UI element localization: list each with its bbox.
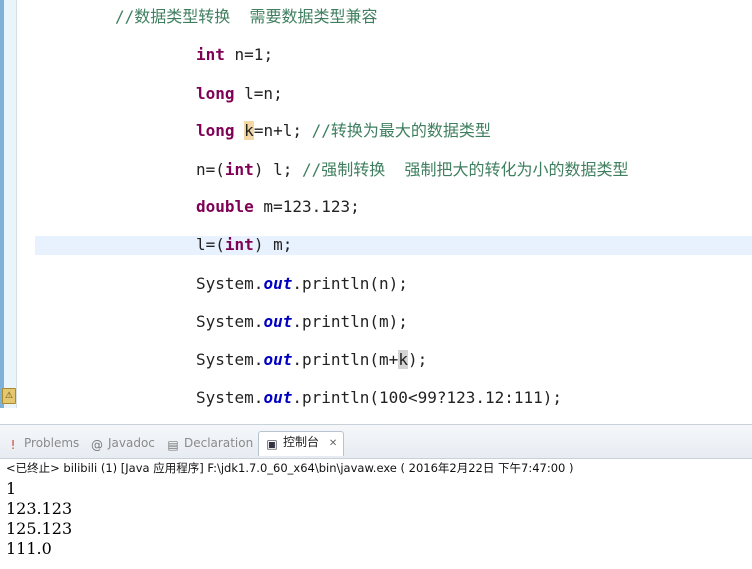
code-line[interactable]: n=(int) l; //强制转换 强制把大的转化为小的数据类型	[196, 160, 629, 180]
code-token: System.	[196, 312, 264, 331]
code-token: System.	[196, 388, 264, 407]
code-token: l=(	[196, 235, 225, 254]
tab-declaration[interactable]: ▤ Declaration	[166, 433, 253, 453]
code-token: .println(m);	[292, 312, 408, 331]
code-token: m=123.123;	[253, 197, 360, 216]
tab-javadoc-label: Javadoc	[108, 436, 155, 450]
code-token: .println(100<99?123.12:111);	[292, 388, 563, 407]
code-token: .println(m+	[292, 350, 399, 369]
tab-javadoc[interactable]: @ Javadoc	[90, 433, 155, 453]
code-line[interactable]: //数据类型转换 需要数据类型兼容	[115, 7, 378, 27]
console-icon: ▣	[266, 437, 278, 451]
javadoc-icon: @	[91, 438, 103, 452]
code-line[interactable]: long l=n;	[196, 84, 283, 104]
console-output-line: 123.123	[6, 499, 73, 518]
code-line[interactable]: System.out.println(m);	[196, 312, 408, 332]
code-token: long	[196, 84, 235, 103]
problems-icon: !	[10, 438, 16, 452]
code-token: out	[263, 312, 293, 331]
code-line[interactable]: System.out.println(n);	[196, 274, 408, 294]
code-token: l=n;	[234, 84, 283, 103]
code-token: .println(n);	[292, 274, 408, 293]
code-token: long	[196, 121, 235, 140]
code-line[interactable]: l=(int) m;	[196, 235, 292, 255]
code-line[interactable]: System.out.println(m+k);	[196, 350, 427, 370]
code-token: int	[224, 235, 254, 254]
tab-declaration-label: Declaration	[184, 436, 254, 450]
code-token: k	[244, 121, 254, 140]
close-icon[interactable]: ✕	[329, 438, 337, 449]
code-line[interactable]: System.out.println(100<99?123.12:111);	[196, 388, 562, 408]
console-output-line: 111.0	[6, 539, 52, 558]
code-token: out	[263, 274, 293, 293]
tab-problems[interactable]: ! Problems	[6, 433, 80, 453]
code-token: =n+l;	[253, 121, 312, 140]
gutter-stripe	[0, 0, 4, 408]
console-status: <已终止> bilibili (1) [Java 应用程序] F:\jdk1.7…	[6, 461, 574, 475]
current-line-highlight	[35, 236, 752, 255]
code-token: System.	[196, 274, 264, 293]
tab-console[interactable]: ▣ 控制台 ✕	[258, 431, 345, 456]
code-token: int	[196, 45, 225, 64]
code-token: ) l;	[253, 160, 302, 179]
tab-console-label: 控制台	[283, 435, 320, 449]
tab-problems-label: Problems	[24, 436, 80, 450]
code-token: ) m;	[253, 235, 293, 254]
code-line[interactable]: double m=123.123;	[196, 197, 360, 217]
code-token: n=(	[196, 160, 225, 179]
gutter-separator	[16, 0, 17, 408]
declaration-icon: ▤	[167, 438, 179, 452]
code-token: );	[407, 350, 428, 369]
code-token: k	[398, 350, 408, 369]
code-line[interactable]: long k=n+l; //转换为最大的数据类型	[196, 121, 491, 141]
code-token: out	[263, 388, 293, 407]
console-output-line: 1	[6, 479, 17, 498]
code-token: int	[224, 160, 254, 179]
code-token: //转换为最大的数据类型	[311, 121, 491, 140]
console-view: ! Problems @ Javadoc ▤ Declaration ▣ 控制台 ✕ <…	[0, 424, 752, 569]
editor-gutter	[0, 0, 16, 408]
warning-marker-icon[interactable]: ⚠	[2, 388, 16, 404]
code-editor[interactable]: ⚠ //数据类型转换 需要数据类型兼容 int n=1; long l=n; long…	[0, 0, 752, 408]
view-tab-bar: ! Problems @ Javadoc ▤ Declaration ▣ 控制台 ✕	[0, 424, 752, 459]
code-token: n=1;	[224, 45, 274, 64]
console-output-line: 125.123	[6, 519, 73, 538]
code-token: out	[263, 350, 293, 369]
code-token: //数据类型转换 需要数据类型兼容	[115, 7, 378, 26]
code-line[interactable]: int n=1;	[196, 45, 273, 65]
code-token: System.	[196, 350, 264, 369]
code-token: double	[196, 197, 254, 216]
code-token: //强制转换 强制把大的转化为小的数据类型	[301, 160, 629, 179]
